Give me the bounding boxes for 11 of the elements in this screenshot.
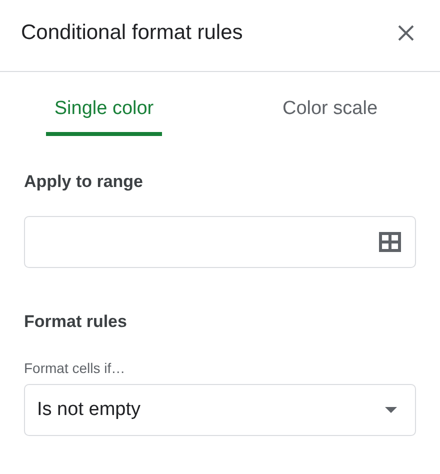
tab[interactable]: Single color xyxy=(46,92,162,136)
panel-title: Conditional format rules xyxy=(21,20,243,44)
condition-dropdown[interactable]: Is not empty xyxy=(24,384,416,436)
field-label: Format cells if… xyxy=(24,360,126,376)
section-label: Format rules xyxy=(24,312,128,332)
range-input-field[interactable] xyxy=(24,216,416,268)
section-label: Apply to range xyxy=(24,172,144,192)
tab[interactable]: Color scale xyxy=(274,92,386,136)
caret-icon xyxy=(385,407,397,413)
close-button[interactable] xyxy=(396,22,416,42)
grid-icon[interactable] xyxy=(379,232,401,252)
